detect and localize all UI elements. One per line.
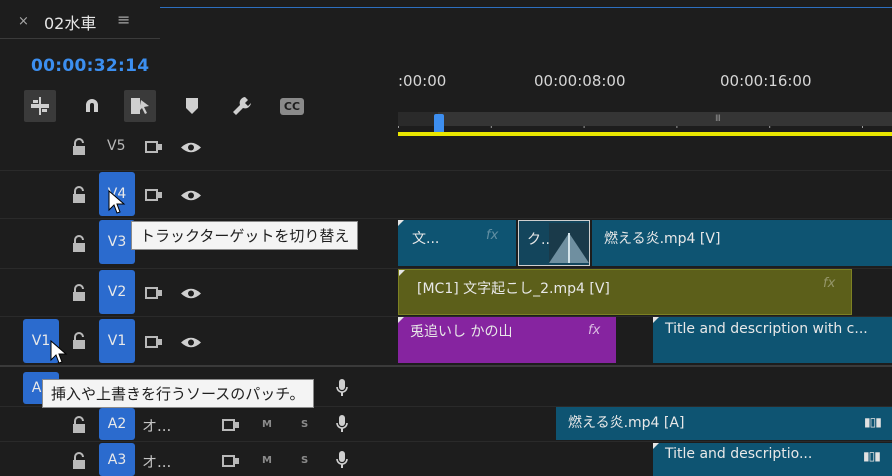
toggle-track-output-eye-icon[interactable]	[180, 189, 202, 202]
sequence-tab-title[interactable]: 02水車	[44, 10, 96, 34]
graphics-clip[interactable]: Title and description with c...	[653, 317, 892, 363]
close-tab-icon[interactable]: ×	[18, 14, 29, 29]
mouse-pointer-icon	[50, 340, 68, 364]
voiceover-record-mic-icon[interactable]	[335, 450, 349, 470]
track-lock-icon[interactable]	[70, 235, 88, 253]
waveform-icon: ▮▯▮	[863, 449, 881, 463]
solo-track-button[interactable]: S	[301, 455, 308, 466]
ruler-timecode: 00:00:16:00	[720, 72, 812, 90]
clip-label: 文...	[412, 231, 440, 247]
track-name-v5[interactable]: V5	[107, 138, 125, 154]
track-target-label: V3	[107, 234, 127, 250]
clip-start-marker	[398, 317, 404, 323]
video-audio-divider[interactable]	[0, 365, 892, 367]
ruler-timecode: 00:00:08:00	[534, 72, 626, 90]
clip-label: 燃える炎.mp4 [V]	[604, 231, 721, 247]
snap-magnet-icon	[86, 99, 98, 112]
sync-lock-film-icon[interactable]	[145, 335, 163, 349]
add-marker-icon	[186, 98, 198, 114]
insert-overwrite-icon	[31, 97, 49, 115]
track-target-label: A2	[107, 416, 127, 432]
track-target-v3[interactable]: V3	[99, 220, 135, 264]
linked-selection-button[interactable]	[124, 90, 156, 122]
clip-start-marker	[398, 220, 404, 226]
insert-overwrite-button[interactable]	[24, 90, 56, 122]
wrench-settings-icon	[233, 97, 251, 115]
track-target-label: V2	[107, 284, 127, 300]
active-panel-border	[160, 7, 892, 8]
track-target-v2[interactable]: V2	[99, 270, 135, 314]
timeline-settings-button[interactable]	[226, 90, 258, 122]
scrollbar-grip-icon[interactable]: III	[715, 114, 721, 124]
mouse-pointer-icon	[108, 190, 126, 214]
time-ruler[interactable]: :00:00 00:00:08:00 00:00:16:00 III	[398, 42, 892, 137]
track-lock-icon[interactable]	[70, 416, 88, 434]
fx-badge-icon[interactable]: fx	[588, 323, 600, 338]
video-clip-with-thumbnail[interactable]: ク...	[518, 220, 590, 266]
track-lock-icon[interactable]	[70, 452, 88, 470]
track-target-a3[interactable]: A3	[99, 443, 135, 476]
audio-clip[interactable]: Title and descriptio... ▮▯▮	[653, 443, 892, 476]
row-divider	[0, 170, 892, 171]
captions-cc-icon: CC	[279, 97, 305, 115]
source-patch-label: V1	[31, 333, 51, 349]
clip-label: 燃える炎.mp4 [A]	[568, 415, 685, 431]
clip-start-marker	[653, 317, 659, 323]
work-area-bar[interactable]	[398, 132, 892, 136]
clip-label: [MC1] 文字起こし_2.mp4 [V]	[417, 281, 610, 297]
track-lock-icon[interactable]	[70, 186, 88, 204]
sync-lock-film-icon[interactable]	[222, 454, 240, 468]
mute-track-button[interactable]: M	[262, 419, 272, 430]
toggle-track-output-eye-icon[interactable]	[180, 336, 202, 349]
mute-track-button[interactable]: M	[262, 455, 272, 466]
snap-button[interactable]	[76, 90, 108, 122]
track-lock-icon[interactable]	[70, 284, 88, 302]
source-patch-tooltip: 挿入や上書きを行うソースのパッチ。	[42, 379, 314, 408]
playhead-handle[interactable]	[434, 114, 444, 132]
audio-clip[interactable]: 燃える炎.mp4 [A] ▮▯▮	[556, 407, 892, 440]
track-target-tooltip: トラックターゲットを切り替え	[131, 221, 359, 250]
row-divider	[0, 441, 892, 442]
fx-badge-icon[interactable]: fx	[823, 276, 835, 291]
track-lock-icon[interactable]	[70, 332, 88, 350]
playhead-timecode[interactable]: 00:00:32:14	[31, 56, 149, 76]
clip-label: Title and descriptio...	[665, 446, 813, 462]
solo-track-button[interactable]: S	[301, 419, 308, 430]
clip-start-marker	[653, 443, 659, 449]
toggle-track-output-eye-icon[interactable]	[180, 141, 202, 154]
captions-button[interactable]: CC	[276, 90, 308, 122]
audio-track-name[interactable]: オ...	[142, 415, 171, 436]
text-clip[interactable]: 兎追いし かの山 fx	[398, 317, 616, 363]
linked-selection-icon	[131, 98, 149, 114]
track-target-a2[interactable]: A2	[99, 408, 135, 440]
add-marker-button[interactable]	[176, 90, 208, 122]
row-divider	[0, 218, 892, 219]
video-clip[interactable]: 文... fx	[398, 220, 516, 266]
track-lock-icon[interactable]	[70, 138, 88, 156]
clip-thumbnail	[549, 223, 589, 263]
toggle-track-output-eye-icon[interactable]	[180, 287, 202, 300]
ruler-timecode: :00:00	[398, 72, 447, 90]
timeline-panel: { "header": { "close": "×", "title": "02…	[0, 0, 892, 476]
audio-track-name[interactable]: オ...	[142, 451, 171, 472]
voiceover-record-mic-icon[interactable]	[335, 378, 349, 398]
sync-lock-film-icon[interactable]	[222, 418, 240, 432]
track-target-label: V1	[107, 333, 127, 349]
waveform-icon: ▮▯▮	[864, 415, 882, 429]
divider	[0, 38, 160, 39]
voiceover-record-mic-icon[interactable]	[335, 414, 349, 434]
zoom-scrollbar-thumb[interactable]	[438, 112, 892, 126]
clip-label: 兎追いし かの山	[410, 324, 513, 340]
sync-lock-film-icon[interactable]	[145, 188, 163, 202]
video-clip[interactable]: 燃える炎.mp4 [V]	[592, 220, 892, 266]
sync-lock-film-icon[interactable]	[145, 286, 163, 300]
fx-badge-icon[interactable]: fx	[486, 228, 498, 243]
track-target-label: A3	[107, 451, 127, 468]
clip-label: Title and description with c...	[665, 321, 868, 337]
track-target-v1[interactable]: V1	[99, 319, 135, 363]
panel-menu-icon[interactable]: ≡	[117, 10, 130, 29]
multicam-clip[interactable]: [MC1] 文字起こし_2.mp4 [V] fx	[398, 269, 852, 315]
sync-lock-film-icon[interactable]	[145, 140, 163, 154]
clip-start-marker	[399, 270, 405, 276]
